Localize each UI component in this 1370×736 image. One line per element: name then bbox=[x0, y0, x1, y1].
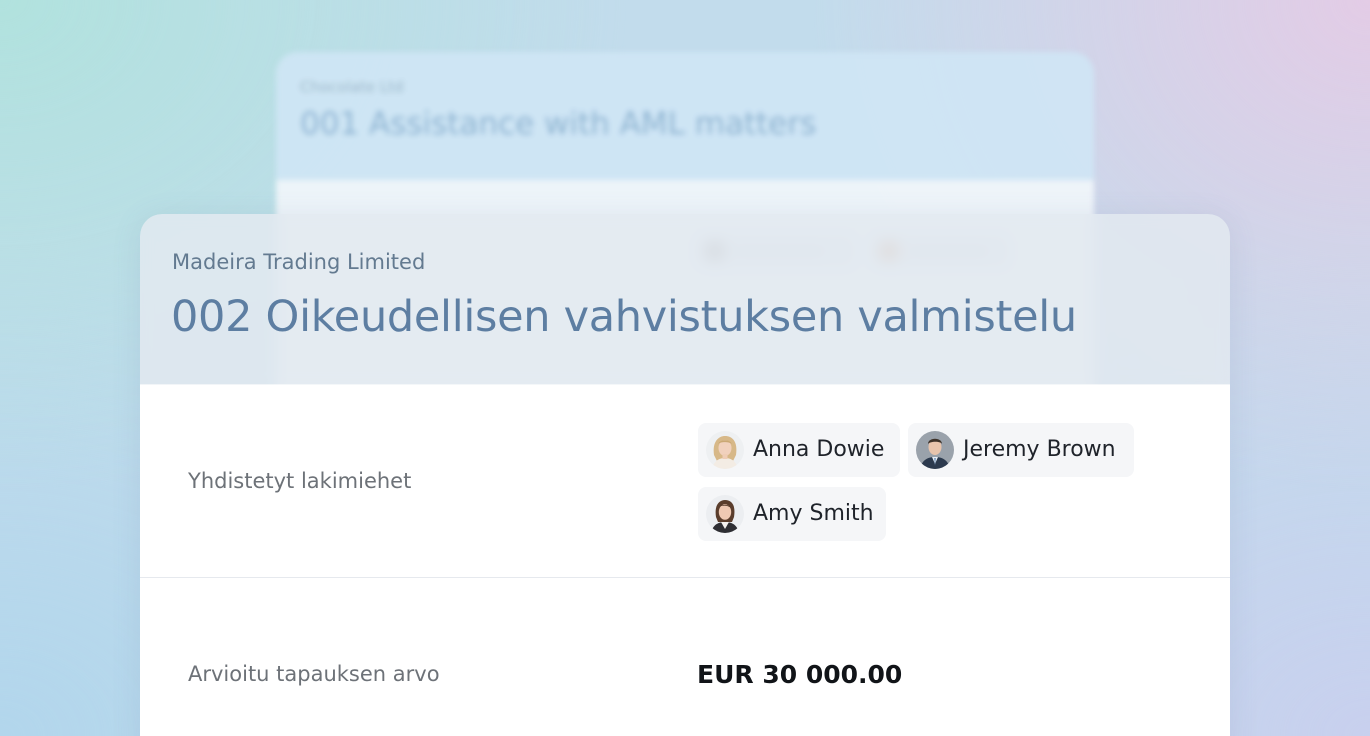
avatar-dark-haired-woman-icon bbox=[706, 495, 744, 533]
linked-lawyers-label: Yhdistetyt lakimiehet bbox=[188, 469, 412, 493]
estimated-value-amount: EUR 30 000.00 bbox=[697, 660, 903, 689]
case-card: Madeira Trading Limited 002 Oikeudellise… bbox=[140, 214, 1230, 736]
background-case-company: Chocolate Ltd bbox=[300, 78, 404, 96]
background-case-header: Chocolate Ltd 001 Assistance with AML ma… bbox=[276, 52, 1094, 180]
case-header: Madeira Trading Limited 002 Oikeudellise… bbox=[140, 214, 1230, 385]
lawyer-chip-jeremy-brown[interactable]: Jeremy Brown bbox=[908, 423, 1134, 477]
avatar-man-suit-icon bbox=[916, 431, 954, 469]
lawyer-name: Jeremy Brown bbox=[963, 437, 1116, 462]
lawyer-name: Anna Dowie bbox=[753, 437, 885, 462]
case-details: Yhdistetyt lakimiehet Anna Dowie Jeremy … bbox=[140, 385, 1230, 736]
client-company-name: Madeira Trading Limited bbox=[172, 250, 426, 274]
lawyer-chip-amy-smith[interactable]: Amy Smith bbox=[698, 487, 886, 541]
estimated-value-row: Arvioitu tapauksen arvo EUR 30 000.00 bbox=[140, 578, 1230, 736]
avatar bbox=[706, 431, 744, 469]
avatar bbox=[706, 495, 744, 533]
estimated-value-label: Arvioitu tapauksen arvo bbox=[188, 662, 440, 686]
lawyer-name: Amy Smith bbox=[753, 501, 874, 526]
avatar-blonde-woman-icon bbox=[706, 431, 744, 469]
background-case-title: 001 Assistance with AML matters bbox=[300, 106, 817, 142]
linked-lawyers-row: Yhdistetyt lakimiehet Anna Dowie Jeremy … bbox=[140, 385, 1230, 578]
case-title: 002 Oikeudellisen vahvistuksen valmistel… bbox=[171, 292, 1077, 342]
avatar bbox=[916, 431, 954, 469]
lawyer-chip-anna-dowie[interactable]: Anna Dowie bbox=[698, 423, 900, 477]
